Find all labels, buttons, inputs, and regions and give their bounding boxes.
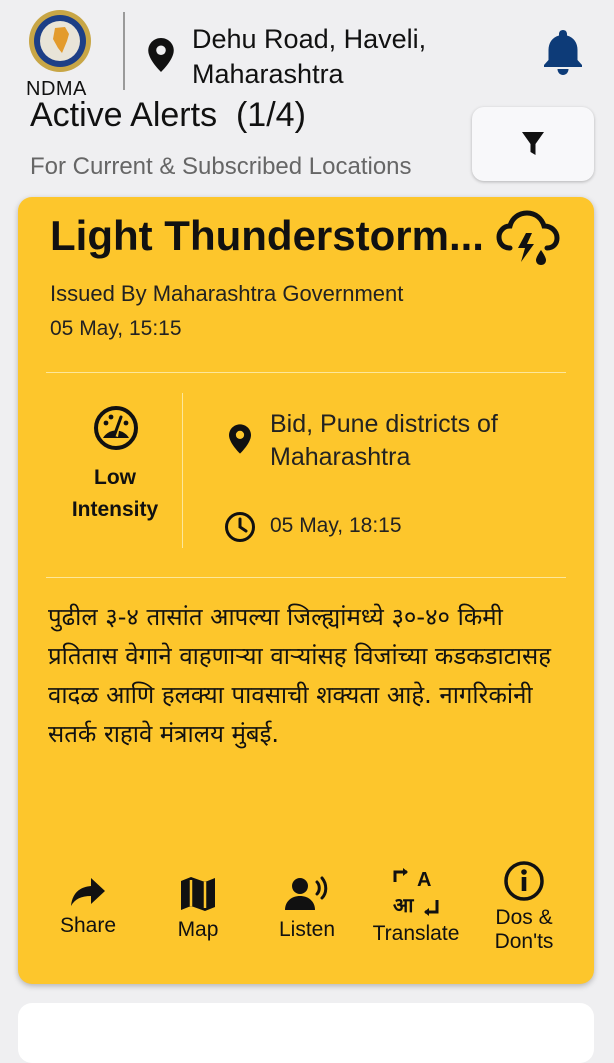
page-subtitle: For Current & Subscribed Locations — [30, 153, 412, 180]
area-pin-icon — [229, 424, 251, 454]
alert-title: Light Thunderstorm... — [50, 212, 484, 259]
next-alert-card[interactable] — [18, 1003, 594, 1063]
listen-icon — [285, 876, 328, 910]
expiry-time: 05 May, 18:15 — [270, 514, 402, 537]
alerts-title: Active Alerts — [30, 96, 218, 134]
bell-icon[interactable] — [541, 28, 585, 76]
affected-area: Bid, Pune districts of Maharashtra — [270, 408, 498, 474]
dos-donts-button[interactable]: Dos & Don'ts — [484, 860, 564, 954]
translate-icon: A आ — [393, 868, 439, 916]
translate-label: Translate — [372, 922, 460, 945]
translate-button[interactable]: A आ Translate — [366, 868, 466, 946]
filter-button[interactable] — [472, 107, 594, 181]
info-icon — [504, 861, 544, 901]
svg-text:A: A — [417, 869, 431, 891]
page-title: Active Alerts (1/4) — [30, 96, 306, 135]
intensity-gauge-icon — [94, 406, 138, 450]
issued-time: 05 May, 15:15 — [50, 317, 182, 340]
map-button[interactable]: Map — [163, 876, 233, 942]
alerts-count: (1/4) — [235, 96, 306, 134]
location-pin-icon — [148, 38, 174, 72]
share-icon — [71, 878, 105, 906]
listen-label: Listen — [278, 918, 336, 941]
card-divider-top — [46, 372, 566, 373]
intensity-level: Low — [94, 466, 136, 489]
map-icon — [181, 877, 215, 911]
intensity-label: Low Intensity — [60, 462, 170, 526]
intensity-word: Intensity — [71, 498, 159, 521]
area-line-2: Maharashtra — [270, 443, 411, 471]
current-location[interactable]: Dehu Road, Haveli, Maharashtra — [192, 22, 426, 92]
listen-button[interactable]: Listen — [270, 876, 344, 942]
alert-message: पुढील ३-४ तासांत आपल्या जिल्ह्यांमध्ये ३… — [48, 603, 551, 748]
area-line-1: Bid, Pune districts of — [270, 410, 498, 438]
clock-icon — [225, 512, 255, 542]
header-divider — [123, 12, 125, 90]
share-button[interactable]: Share — [52, 876, 124, 938]
dos-label: Dos & — [495, 906, 553, 929]
map-label: Map — [177, 918, 219, 941]
donts-label: Don'ts — [494, 930, 554, 953]
filter-icon — [522, 132, 544, 155]
svg-text:आ: आ — [393, 893, 415, 916]
location-line-1: Dehu Road, Haveli, — [192, 24, 427, 54]
location-line-2: Maharashtra — [192, 59, 344, 89]
issued-by: Issued By Maharashtra Government — [50, 281, 404, 306]
card-divider-bottom — [46, 577, 566, 578]
card-divider-vertical — [182, 393, 183, 548]
thunderstorm-icon — [496, 210, 560, 265]
ndma-emblem-icon — [29, 10, 91, 72]
share-label: Share — [59, 914, 117, 937]
